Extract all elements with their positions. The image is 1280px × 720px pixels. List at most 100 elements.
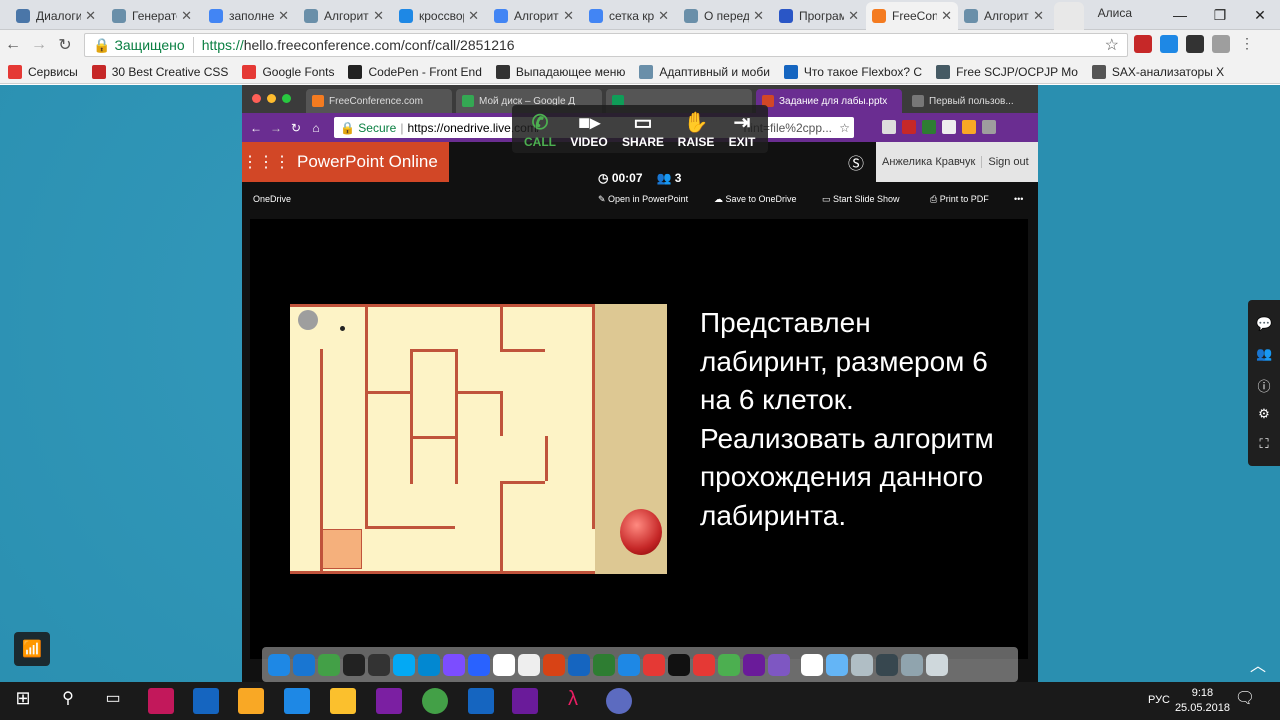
bookmarks-bar: Сервисы 30 Best Creative CSS Google Fonts C… <box>0 60 1280 84</box>
bookmark-label: CodePen - Front End <box>368 64 482 79</box>
address-toolbar: ← → ↻ 🔒 Защищено https:// hello.freeconf… <box>0 30 1280 60</box>
tab-close-icon[interactable]: ✕ <box>658 8 669 24</box>
bookmark-item[interactable]: Free SCJP/OCPJP Mo <box>936 64 1078 79</box>
browser-tab[interactable]: FreeCon ✕ <box>866 2 958 30</box>
tab-close-icon[interactable]: ✕ <box>85 8 96 24</box>
tab-close-icon[interactable]: ✕ <box>848 8 859 24</box>
tab-close-icon[interactable]: ✕ <box>181 8 192 24</box>
maze-wall <box>500 481 545 484</box>
app-icon[interactable] <box>284 688 310 714</box>
browser-tab[interactable]: Алгоритм ✕ <box>488 2 580 30</box>
puzzle-extension-icon[interactable] <box>1212 35 1230 53</box>
browser-tab[interactable]: Алгорит ✕ <box>958 2 1050 30</box>
bookmark-favicon-icon <box>639 64 654 79</box>
address-input[interactable]: 🔒 Защищено https:// hello.freeconference… <box>84 33 1128 57</box>
settings-icon[interactable]: ⚙ <box>1256 406 1272 422</box>
bookmark-item[interactable]: Что такое Flexbox? С <box>783 64 922 79</box>
bookmark-item[interactable]: Выпадающее меню <box>495 64 625 79</box>
tab-close-icon[interactable]: ✕ <box>468 8 479 24</box>
dock-app-icon <box>693 653 715 676</box>
minimize-icon[interactable]: — <box>1160 7 1200 23</box>
tab-title: Алгорит <box>984 9 1029 23</box>
clock-date: 25.05.2018 <box>1174 702 1230 714</box>
browser-tab[interactable]: Алгоритм ✕ <box>298 2 390 30</box>
browser-tab[interactable]: заполнение✕ <box>203 2 295 30</box>
participants-icon[interactable]: 👥 <box>1256 346 1272 362</box>
word-icon[interactable] <box>468 688 494 714</box>
fullscreen-icon[interactable]: ⛶ <box>1256 436 1272 452</box>
call-button[interactable]: ✆ CALL <box>515 111 565 149</box>
call-controls: ✆ CALL ■▸ VIDEO ▭ SHARE ✋ RAISE ⇥ EXIT <box>512 105 768 153</box>
bookmark-label: 30 Best Creative CSS <box>111 64 229 79</box>
visual-studio-icon[interactable] <box>512 688 538 714</box>
bookmark-item[interactable]: Google Fonts <box>242 64 335 79</box>
browser-tab[interactable]: Генератор ✕ <box>106 2 198 30</box>
profile-name[interactable]: Алиса <box>1098 6 1132 20</box>
bookmark-item[interactable]: Сервисы <box>8 64 78 79</box>
file-explorer-icon[interactable] <box>330 688 356 714</box>
windows-start-icon[interactable]: ⊞ <box>10 688 36 714</box>
lock-icon: 🔒 <box>93 36 111 53</box>
translate-extension-icon[interactable] <box>1160 35 1178 53</box>
maze-wall <box>500 391 503 436</box>
dock-app-icon <box>268 653 290 676</box>
browser-tab[interactable]: Диалоги ✕ <box>10 2 102 30</box>
forward-icon[interactable]: → <box>26 36 52 54</box>
maximize-icon[interactable]: ❐ <box>1200 7 1240 24</box>
app-icon[interactable]: λ <box>560 688 586 714</box>
extension-icon[interactable] <box>1186 35 1204 53</box>
secure-label: Защищено <box>114 37 194 53</box>
new-tab-button[interactable] <box>1054 2 1084 30</box>
discord-icon[interactable] <box>606 688 632 714</box>
app-icon[interactable] <box>376 688 402 714</box>
share-button[interactable]: ▭ SHARE <box>618 111 668 149</box>
remote-lock-icon: 🔒 <box>340 120 359 135</box>
bookmark-item[interactable]: Адаптивный и моби <box>639 64 770 79</box>
adblock-extension-icon[interactable] <box>1134 35 1152 53</box>
video-button[interactable]: ■▸ VIDEO <box>564 111 614 149</box>
tab-title: кроссворд <box>419 9 464 23</box>
raise-hand-button[interactable]: ✋ RAISE <box>671 111 721 149</box>
remote-tab-favicon-icon <box>462 95 474 107</box>
exit-button[interactable]: ⇥ EXIT <box>717 111 767 149</box>
print-to-pdf-button: ⎙ Print to PDF <box>930 194 989 204</box>
browser-tab[interactable]: кроссворд ✕ <box>393 2 485 30</box>
bookmark-item[interactable]: SAX-анализаторы X <box>1091 64 1224 79</box>
reload-icon[interactable]: ↻ <box>52 35 78 55</box>
clock[interactable]: 9:18 25.05.2018 <box>1175 686 1230 716</box>
chrome-icon[interactable] <box>422 688 448 714</box>
tab-close-icon[interactable]: ✕ <box>1033 8 1044 24</box>
tab-close-icon[interactable]: ✕ <box>941 8 952 24</box>
connection-quality-icon[interactable]: 📶 <box>14 632 50 666</box>
notifications-icon[interactable]: 🗨 <box>1232 688 1258 714</box>
search-icon[interactable]: ⚲ <box>55 688 81 714</box>
chevron-up-icon[interactable]: ︿ <box>1250 652 1266 676</box>
chat-icon[interactable]: 💬 <box>1256 316 1272 332</box>
menu-icon[interactable]: ⋮ <box>1238 35 1256 53</box>
info-icon[interactable]: ⓘ <box>1256 376 1272 394</box>
remote-tab: FreeConference.com <box>306 89 452 113</box>
app-icon[interactable] <box>148 688 174 714</box>
language-indicator[interactable]: РУС <box>1148 694 1170 706</box>
tab-close-icon[interactable]: ✕ <box>753 8 764 24</box>
bookmark-star-icon[interactable]: ☆ <box>1105 35 1119 55</box>
task-view-icon[interactable]: ▭ <box>100 688 126 714</box>
tab-close-icon[interactable]: ✕ <box>278 8 289 24</box>
remote-secure-label: Secure <box>358 120 397 135</box>
app-icon[interactable] <box>193 688 219 714</box>
command-bar: OneDrive ✎ Open in PowerPoint ☁ Save to … <box>242 182 1038 218</box>
browser-tab[interactable]: Програм ✕ <box>773 2 865 30</box>
bookmark-label: Google Fonts <box>262 64 335 79</box>
bookmark-item[interactable]: 30 Best Creative CSS <box>91 64 229 79</box>
browser-tab[interactable]: О перед ✕ <box>678 2 770 30</box>
remote-tab: Задание для лабы.pptx <box>756 89 902 113</box>
tab-close-icon[interactable]: ✕ <box>373 8 384 24</box>
tab-close-icon[interactable]: ✕ <box>563 8 574 24</box>
phone-icon: ✆ <box>531 112 549 134</box>
close-icon[interactable]: ✕ <box>1240 7 1280 24</box>
bookmark-item[interactable]: CodePen - Front End <box>348 64 482 79</box>
remote-forward-icon: → <box>270 120 282 135</box>
browser-tab[interactable]: сетка кр ✕ <box>583 2 675 30</box>
back-icon[interactable]: ← <box>0 36 26 54</box>
app-icon[interactable] <box>238 688 264 714</box>
